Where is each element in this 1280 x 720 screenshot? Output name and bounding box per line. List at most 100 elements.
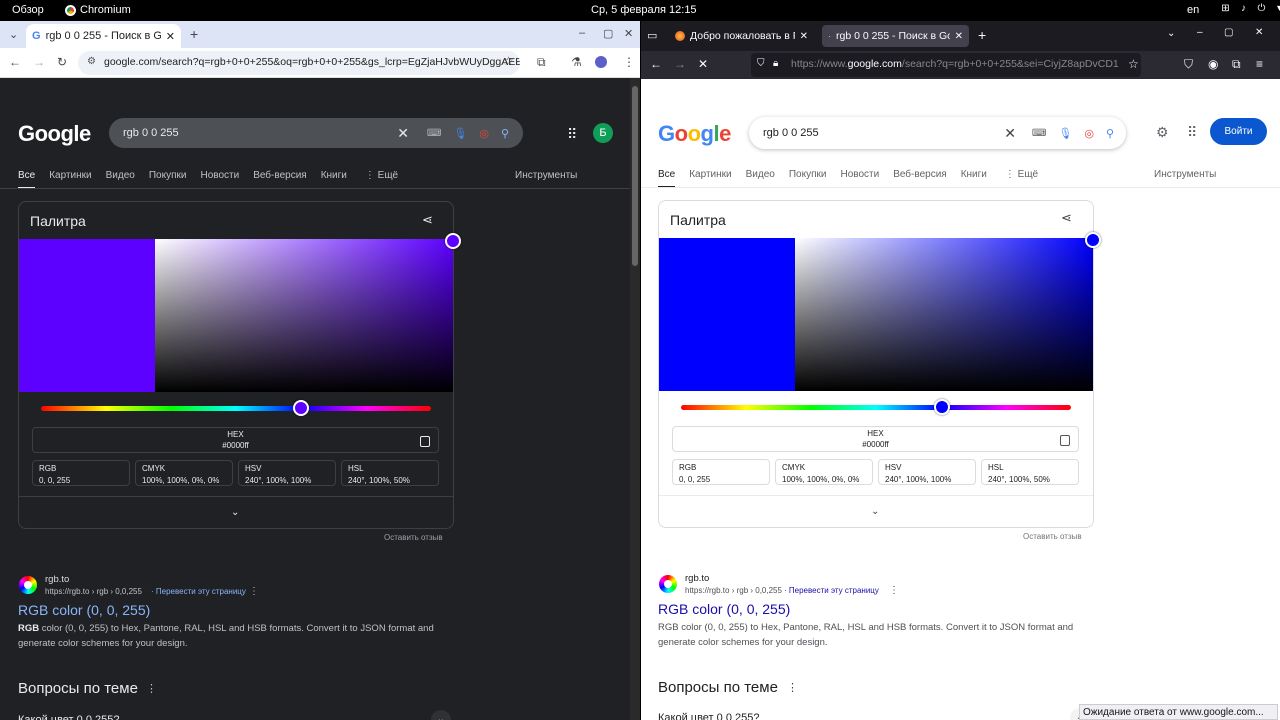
result-menu-icon[interactable]: ⋮ [889, 585, 899, 596]
account-icon[interactable]: ◉ [1208, 57, 1218, 71]
search-input[interactable]: rgb 0 0 255 [123, 127, 397, 139]
account-avatar[interactable]: Б [593, 123, 613, 143]
rgb-value[interactable]: 0, 0, 255 [679, 475, 769, 484]
result-title-link[interactable]: RGB color (0, 0, 255) [658, 601, 790, 617]
overview-button[interactable]: Обзор [12, 4, 44, 16]
result-title-link[interactable]: RGB color (0, 0, 255) [18, 602, 150, 618]
related-menu-icon[interactable]: ⋮ [787, 681, 798, 694]
tab-news[interactable]: Новости [200, 170, 239, 189]
google-logo[interactable]: Google [18, 121, 91, 147]
cmyk-value[interactable]: 100%, 100%, 0%, 0% [782, 475, 872, 484]
site-info-icon[interactable]: ⚙ [87, 56, 96, 67]
system-tray[interactable]: ⊞ ♪ ⏻ ▾ [1220, 3, 1280, 14]
hsv-value[interactable]: 240°, 100%, 100% [245, 476, 335, 485]
hsl-field[interactable]: HSL 240°, 100%, 50% [341, 460, 439, 486]
tab-shopping[interactable]: Покупки [789, 169, 827, 188]
pocket-icon[interactable]: ⛉ [1184, 57, 1193, 72]
hue-knob[interactable] [934, 399, 950, 415]
tab-more[interactable]: ⋮ Ещё [365, 170, 398, 189]
apps-grid-icon[interactable]: ⠿ [1187, 124, 1197, 141]
result-site-name[interactable]: rgb.to [685, 573, 709, 584]
expand-chevron-icon[interactable]: ⌄ [231, 507, 239, 518]
close-tab-icon[interactable]: ✕ [955, 31, 963, 42]
hex-value[interactable]: #0000ff [33, 439, 438, 450]
lens-icon[interactable]: ◎ [1084, 127, 1094, 140]
tab-more[interactable]: ⋮ Ещё [1005, 169, 1038, 188]
close-tab-icon[interactable]: ✕ [800, 31, 808, 42]
address-bar[interactable]: ⚙ google.com/search?q=rgb+0+0+255&oq=rgb… [78, 51, 520, 75]
hue-slider[interactable] [681, 405, 1071, 410]
new-tab-button[interactable]: + [190, 26, 198, 42]
tab-video[interactable]: Видео [746, 169, 775, 188]
expand-chevron-icon[interactable]: ⌄ [871, 506, 879, 517]
maximize-icon[interactable]: ▢ [1224, 27, 1233, 38]
translate-link[interactable]: · Перевести эту страницу [151, 587, 246, 596]
stop-icon[interactable]: ✕ [698, 57, 708, 71]
settings-gear-icon[interactable]: ⚙ [1156, 124, 1169, 141]
tab-search-icon[interactable]: ⌄ [9, 28, 18, 41]
clear-icon[interactable]: ✕ [397, 125, 409, 142]
related-menu-icon[interactable]: ⋮ [146, 682, 157, 695]
firefox-tab-active[interactable]: · rgb 0 0 255 - Поиск в Go ✕ [822, 25, 969, 47]
close-window-icon[interactable]: ✕ [624, 27, 633, 40]
search-box[interactable]: rgb 0 0 255 ✕ ⌨ 🎙 ◎ ⚲ [109, 118, 523, 148]
result-breadcrumbs[interactable]: https://rgb.to › rgb › 0,0,255 [685, 586, 782, 595]
search-input[interactable]: rgb 0 0 255 [763, 127, 1004, 139]
share-icon[interactable]: ⋖ [1061, 210, 1072, 226]
hsl-field[interactable]: HSL 240°, 100%, 50% [981, 459, 1079, 485]
clock[interactable]: Ср, 5 февраля 12:15 [591, 4, 697, 16]
menu-kebab-icon[interactable]: ⋮ [623, 55, 635, 69]
tab-books[interactable]: Книги [961, 169, 987, 188]
result-menu-icon[interactable]: ⋮ [249, 586, 259, 597]
tab-web[interactable]: Веб-версия [893, 169, 947, 188]
firefox-address-bar[interactable]: ⛉ 🔒︎ https://www.google.com/search?q=rgb… [751, 53, 1141, 77]
search-box[interactable]: rgb 0 0 255 ✕ ⌨ 🎙 ◎ ⚲ [749, 117, 1126, 149]
reload-icon[interactable]: ↻ [57, 55, 67, 69]
rgb-field[interactable]: RGB 0, 0, 255 [672, 459, 770, 485]
labs-flask-icon[interactable]: ⚗ [571, 55, 582, 69]
mic-icon[interactable]: 🎙 [1058, 127, 1072, 140]
result-breadcrumbs[interactable]: https://rgb.to › rgb › 0,0,255 [45, 587, 142, 596]
bookmark-star-icon[interactable]: ☆ [503, 54, 514, 68]
tab-images[interactable]: Картинки [49, 170, 91, 189]
profile-icon[interactable] [595, 56, 607, 68]
keyboard-layout-indicator[interactable]: en [1187, 4, 1199, 16]
cmyk-field[interactable]: CMYK 100%, 100%, 0%, 0% [775, 459, 873, 485]
copy-icon[interactable] [1060, 435, 1070, 446]
hsv-value[interactable]: 240°, 100%, 100% [885, 475, 975, 484]
tab-news[interactable]: Новости [840, 169, 879, 188]
related-question-1[interactable]: Какой цвет 0 0 255? [658, 712, 759, 720]
keyboard-icon[interactable]: ⌨ [1032, 128, 1046, 139]
clear-icon[interactable]: ✕ [1004, 125, 1016, 142]
keyboard-icon[interactable]: ⌨ [427, 128, 441, 139]
extensions-icon[interactable]: ⧉ [537, 55, 546, 70]
search-icon[interactable]: ⚲ [501, 127, 509, 140]
shield-icon[interactable]: ⛉ [757, 58, 765, 69]
tools-button[interactable]: Инструменты [1154, 169, 1216, 180]
tab-all[interactable]: Все [658, 169, 676, 188]
list-tabs-icon[interactable]: ⌄ [1167, 28, 1175, 39]
tab-web[interactable]: Веб-версия [253, 170, 307, 189]
extensions-icon[interactable]: ⧉ [1232, 57, 1241, 72]
forward-icon[interactable]: → [33, 55, 45, 69]
minimize-icon[interactable]: – [1197, 27, 1203, 38]
forward-icon[interactable]: → [674, 57, 686, 71]
tab-books[interactable]: Книги [321, 170, 347, 189]
hex-field[interactable]: HEX #0000ff [32, 427, 439, 453]
saturation-value-gradient[interactable] [155, 239, 453, 392]
close-window-icon[interactable]: ✕ [1255, 27, 1263, 38]
feedback-link[interactable]: Оставить отзыв [1023, 532, 1082, 541]
color-area[interactable] [659, 238, 1093, 391]
mic-icon[interactable]: 🎙 [453, 127, 467, 140]
hue-slider[interactable] [41, 406, 431, 411]
tab-all[interactable]: Все [18, 170, 36, 189]
cmyk-field[interactable]: CMYK 100%, 100%, 0%, 0% [135, 460, 233, 486]
search-icon[interactable]: ⚲ [1106, 127, 1114, 140]
maximize-icon[interactable]: ▢ [603, 27, 613, 40]
close-tab-icon[interactable]: ✕ [166, 30, 175, 43]
google-logo[interactable]: Google [658, 121, 731, 147]
saturation-knob[interactable] [1085, 232, 1101, 248]
hsv-field[interactable]: HSV 240°, 100%, 100% [878, 459, 976, 485]
firefox-tab-welcome[interactable]: Добро пожаловать в Fire ✕ [669, 25, 814, 47]
tab-shopping[interactable]: Покупки [149, 170, 187, 189]
